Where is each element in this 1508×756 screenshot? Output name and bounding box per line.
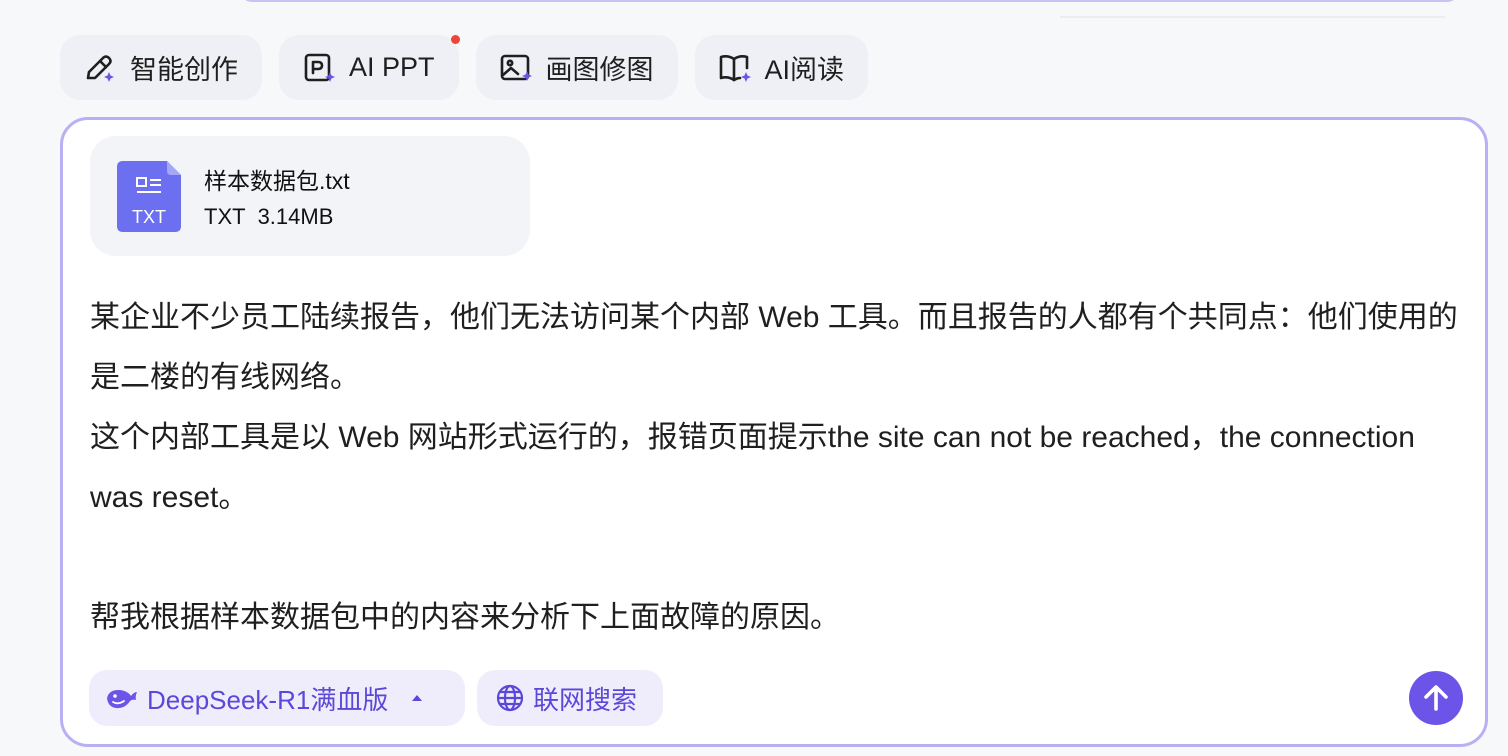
pen-sparkle-icon (82, 50, 118, 86)
tool-label: 智能创作 (130, 55, 238, 85)
message-line-blank (90, 528, 1460, 588)
model-label: DeepSeek-R1满血版 (147, 684, 389, 715)
message-text[interactable]: 某企业不少员工陆续报告，他们无法访问某个内部 Web 工具。而且报告的人都有个共… (90, 288, 1460, 648)
message-line: 某企业不少员工陆续报告，他们无法访问某个内部 Web 工具。而且报告的人都有个共… (90, 301, 1458, 394)
tool-label: AI PPT (349, 52, 435, 82)
file-meta: TXT 3.14MB (204, 204, 333, 230)
ai-ppt-button[interactable]: AI PPT (279, 35, 460, 100)
globe-icon (495, 683, 525, 713)
arrow-up-icon (1424, 685, 1448, 711)
message-line: 帮我根据样本数据包中的内容来分析下上面故障的原因。 (90, 601, 840, 634)
notification-dot (450, 35, 460, 44)
caret-up-icon (412, 695, 423, 701)
tool-label: AI阅读 (764, 55, 845, 85)
txt-file-icon: TXT (117, 161, 181, 232)
divider (1060, 16, 1445, 18)
image-sparkle-icon (498, 50, 534, 86)
model-selector[interactable]: DeepSeek-R1满血版 (89, 670, 465, 726)
send-button[interactable] (1409, 671, 1463, 725)
whale-icon (105, 684, 139, 712)
tool-label: 画图修图 (545, 55, 654, 85)
file-type: TXT (204, 204, 246, 229)
attachment-card[interactable]: TXT 样本数据包.txt TXT 3.14MB (90, 136, 530, 256)
file-name: 样本数据包.txt (204, 168, 350, 194)
ppt-sparkle-icon (301, 50, 337, 86)
message-line: 这个内部工具是以 Web 网站形式运行的，报错页面提示the site can … (90, 421, 1424, 514)
image-edit-button[interactable]: 画图修图 (475, 35, 678, 100)
search-label: 联网搜索 (533, 684, 638, 715)
chat-input-box[interactable]: TXT 样本数据包.txt TXT 3.14MB 某企业不少员工陆续报告，他们无… (60, 117, 1488, 747)
smart-writing-button[interactable]: 智能创作 (60, 35, 262, 100)
web-search-toggle[interactable]: 联网搜索 (477, 670, 663, 726)
file-size: 3.14MB (257, 204, 334, 229)
svg-text:TXT: TXT (132, 207, 166, 227)
book-sparkle-icon (717, 50, 753, 86)
previous-panel-edge (240, 0, 1459, 2)
ai-reading-button[interactable]: AI阅读 (694, 35, 869, 100)
tool-bar: 智能创作 AI PPT 画图修图 AI阅读 (60, 35, 869, 100)
